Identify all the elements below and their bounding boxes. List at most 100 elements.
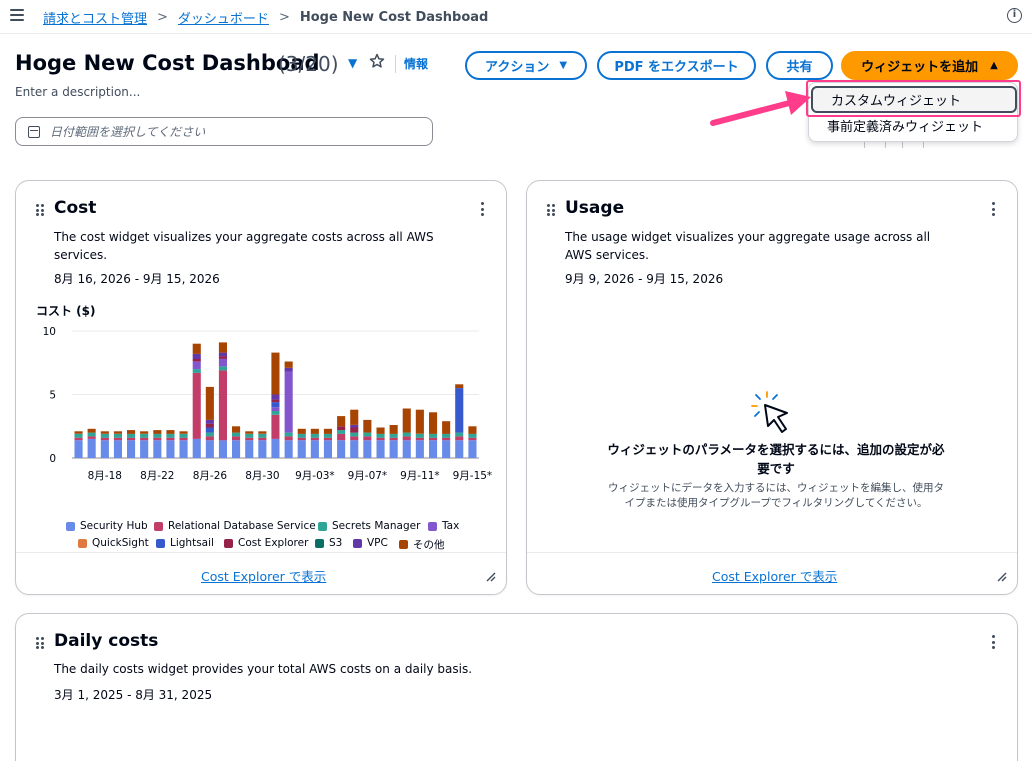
bar-segment[interactable] bbox=[87, 428, 96, 433]
bar-segment[interactable] bbox=[310, 437, 319, 441]
bar-segment[interactable] bbox=[429, 412, 438, 434]
export-pdf-button[interactable]: PDF をエクスポート bbox=[597, 51, 756, 80]
bar-segment[interactable] bbox=[166, 440, 175, 458]
view-in-cost-explorer-link[interactable]: Cost Explorer で表示 bbox=[712, 566, 837, 585]
bar-segment[interactable] bbox=[113, 440, 122, 458]
bar-segment[interactable] bbox=[232, 426, 241, 433]
bar-segment[interactable] bbox=[127, 433, 136, 438]
bar-segment[interactable] bbox=[245, 437, 254, 441]
bar-segment[interactable] bbox=[218, 440, 227, 458]
bar-segment[interactable] bbox=[297, 433, 306, 438]
bar-segment[interactable] bbox=[363, 419, 372, 433]
bar-segment[interactable] bbox=[87, 436, 96, 439]
bar-segment[interactable] bbox=[271, 414, 280, 439]
bar-segment[interactable] bbox=[179, 440, 188, 458]
bar-segment[interactable] bbox=[389, 440, 398, 458]
more-options-icon[interactable] bbox=[992, 202, 996, 216]
breadcrumb-dashboard-link[interactable]: ダッシュボード bbox=[178, 8, 269, 27]
bar-segment[interactable] bbox=[166, 437, 175, 441]
bar-segment[interactable] bbox=[337, 433, 346, 441]
bar-segment[interactable] bbox=[455, 384, 464, 389]
bar-segment[interactable] bbox=[113, 437, 122, 441]
star-icon[interactable] bbox=[369, 53, 385, 69]
bar-segment[interactable] bbox=[74, 431, 83, 434]
bar-segment[interactable] bbox=[415, 409, 424, 434]
bar-segment[interactable] bbox=[218, 370, 227, 441]
bar-segment[interactable] bbox=[415, 433, 424, 438]
bar-segment[interactable] bbox=[179, 437, 188, 441]
breadcrumb-billing-link[interactable]: 請求とコスト管理 bbox=[43, 8, 147, 27]
more-options-icon[interactable] bbox=[481, 202, 485, 216]
bar-segment[interactable] bbox=[205, 432, 214, 437]
bar-segment[interactable] bbox=[271, 402, 280, 408]
bar-segment[interactable] bbox=[232, 432, 241, 437]
bar-segment[interactable] bbox=[350, 440, 359, 458]
resize-icon[interactable] bbox=[997, 572, 1007, 582]
bar-segment[interactable] bbox=[389, 433, 398, 438]
bar-segment[interactable] bbox=[218, 358, 227, 367]
bar-segment[interactable] bbox=[337, 440, 346, 458]
bar-segment[interactable] bbox=[127, 440, 136, 458]
bar-segment[interactable] bbox=[455, 436, 464, 441]
bar-segment[interactable] bbox=[127, 430, 136, 434]
view-in-cost-explorer-link[interactable]: Cost Explorer で表示 bbox=[201, 566, 326, 585]
bar-segment[interactable] bbox=[153, 437, 162, 441]
bar-segment[interactable] bbox=[192, 369, 201, 373]
info-icon[interactable]: i bbox=[1007, 8, 1022, 23]
bar-segment[interactable] bbox=[245, 431, 254, 434]
bar-segment[interactable] bbox=[323, 437, 332, 441]
bar-segment[interactable] bbox=[442, 421, 451, 434]
bar-segment[interactable] bbox=[179, 433, 188, 438]
bar-segment[interactable] bbox=[284, 367, 293, 372]
legend-item[interactable]: QuickSight bbox=[78, 537, 149, 549]
bar-segment[interactable] bbox=[310, 440, 319, 458]
bar-segment[interactable] bbox=[415, 440, 424, 458]
bar-segment[interactable] bbox=[74, 433, 83, 438]
bar-segment[interactable] bbox=[192, 343, 201, 354]
bar-segment[interactable] bbox=[100, 431, 109, 434]
bar-segment[interactable] bbox=[376, 440, 385, 458]
bar-segment[interactable] bbox=[205, 419, 214, 424]
bar-segment[interactable] bbox=[192, 358, 201, 362]
bar-segment[interactable] bbox=[310, 433, 319, 438]
bar-segment[interactable] bbox=[284, 432, 293, 437]
bar-segment[interactable] bbox=[429, 440, 438, 458]
bar-segment[interactable] bbox=[337, 430, 346, 434]
bar-segment[interactable] bbox=[127, 437, 136, 441]
menu-icon[interactable] bbox=[10, 9, 24, 21]
bar-segment[interactable] bbox=[100, 437, 109, 441]
bar-segment[interactable] bbox=[166, 430, 175, 434]
bar-segment[interactable] bbox=[442, 437, 451, 441]
bar-segment[interactable] bbox=[363, 436, 372, 441]
bar-segment[interactable] bbox=[429, 433, 438, 438]
bar-segment[interactable] bbox=[192, 353, 201, 359]
caret-down-icon[interactable]: ▼ bbox=[348, 56, 357, 70]
legend-item[interactable]: VPC bbox=[353, 537, 388, 549]
resize-icon[interactable] bbox=[486, 572, 496, 582]
bar-segment[interactable] bbox=[310, 428, 319, 434]
bar-segment[interactable] bbox=[218, 352, 227, 357]
bar-segment[interactable] bbox=[232, 436, 241, 441]
bar-segment[interactable] bbox=[192, 438, 201, 458]
bar-segment[interactable] bbox=[442, 440, 451, 458]
bar-segment[interactable] bbox=[297, 428, 306, 434]
bar-segment[interactable] bbox=[153, 440, 162, 458]
bar-segment[interactable] bbox=[271, 407, 280, 411]
bar-segment[interactable] bbox=[205, 427, 214, 433]
bar-segment[interactable] bbox=[179, 431, 188, 434]
bar-segment[interactable] bbox=[337, 426, 346, 431]
bar-segment[interactable] bbox=[205, 436, 214, 441]
bar-segment[interactable] bbox=[402, 440, 411, 458]
bar-segment[interactable] bbox=[100, 433, 109, 438]
legend-item[interactable]: Relational Database Service bbox=[154, 520, 316, 532]
legend-item[interactable]: その他 bbox=[399, 537, 445, 552]
date-range-input[interactable]: 日付範囲を選択してください bbox=[15, 117, 433, 146]
menu-item-predefined-widget[interactable]: 事前定義済みウィジェット bbox=[809, 117, 1017, 139]
bar-segment[interactable] bbox=[284, 436, 293, 441]
bar-segment[interactable] bbox=[218, 342, 227, 353]
legend-item[interactable]: S3 bbox=[315, 537, 342, 549]
bar-segment[interactable] bbox=[258, 433, 267, 438]
bar-segment[interactable] bbox=[218, 366, 227, 371]
bar-segment[interactable] bbox=[140, 437, 149, 441]
bar-segment[interactable] bbox=[376, 437, 385, 441]
